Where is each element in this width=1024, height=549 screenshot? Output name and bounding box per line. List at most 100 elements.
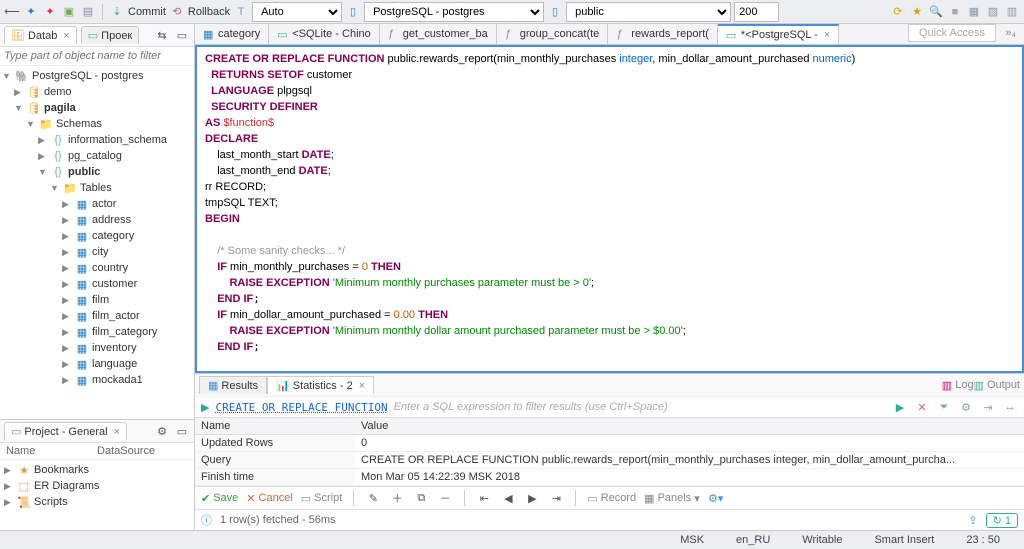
tree-table[interactable]: ▶▦inventory <box>0 340 194 356</box>
editor-tab[interactable]: ƒget_customer_ba <box>380 24 497 44</box>
plug-red-icon[interactable]: ✦ <box>42 4 58 20</box>
project-item-bookmarks[interactable]: ▶★Bookmarks <box>0 462 194 478</box>
database-tree[interactable]: ▼🐘PostgreSQL - postgres ▶🛢demo ▼🛢pagila … <box>0 66 194 419</box>
editor-tab[interactable]: ▦category <box>195 24 269 44</box>
find-icon[interactable]: 🔍 <box>928 4 944 20</box>
next-page-icon[interactable]: ▶ <box>524 490 540 506</box>
commit-icon[interactable]: ⇣ <box>109 4 125 20</box>
editor-tab-active[interactable]: ▭*<PostgreSQL - × <box>718 24 839 44</box>
more-tabs-indicator[interactable]: »₄ <box>997 24 1024 44</box>
rollback-icon[interactable]: ⟲ <box>169 4 185 20</box>
clear-filter-icon[interactable]: ✕ <box>914 399 930 415</box>
minimize-icon[interactable]: ▭ <box>174 423 190 439</box>
col-header-value[interactable]: Value <box>355 418 1024 434</box>
filter-history-icon[interactable]: ⏷ <box>936 399 952 415</box>
editor-tab[interactable]: ▭<SQLite - Chino <box>269 24 380 44</box>
tree-table[interactable]: ▶▦mockada1 <box>0 372 194 388</box>
rollback-button[interactable]: Rollback <box>188 6 230 18</box>
editor-tab[interactable]: ƒgroup_concat(te <box>497 24 609 44</box>
script-button[interactable]: ▭ Script <box>301 492 343 505</box>
edit-row-icon[interactable]: ✎ <box>365 490 381 506</box>
tab-project-general[interactable]: ▭Project - General× <box>4 422 127 440</box>
tree-connection[interactable]: ▼🐘PostgreSQL - postgres <box>0 68 194 84</box>
tree-tables-folder[interactable]: ▼📁Tables <box>0 180 194 196</box>
schema-select[interactable]: public <box>566 2 731 22</box>
tree-db-demo[interactable]: ▶🛢demo <box>0 84 194 100</box>
cancel-button[interactable]: ✕ Cancel <box>246 492 292 505</box>
minimize-icon[interactable]: ▭ <box>174 27 190 43</box>
stats-row[interactable]: Finish timeMon Mar 05 14:22:39 MSK 2018 <box>195 469 1024 486</box>
project-item-er[interactable]: ▶⬚ER Diagrams <box>0 478 194 494</box>
tab-database-navigator[interactable]: 🗄Datab× <box>4 26 77 44</box>
dup-row-icon[interactable]: ⧉ <box>413 490 429 506</box>
save-button[interactable]: ✔ Save <box>201 492 238 505</box>
sql-new-icon[interactable]: ▣ <box>61 4 77 20</box>
plug-icon[interactable]: ✦ <box>23 4 39 20</box>
star-icon[interactable]: ★ <box>909 4 925 20</box>
stop-icon[interactable]: ■ <box>947 4 963 20</box>
row-limit-input[interactable] <box>734 2 779 22</box>
executed-sql-link[interactable]: CREATE OR REPLACE FUNCTION <box>215 401 387 414</box>
tab-results[interactable]: ▦Results <box>199 376 267 394</box>
tree-schema-public[interactable]: ▼{}public <box>0 164 194 180</box>
filter-expression-input[interactable]: Enter a SQL expression to filter results… <box>394 401 886 413</box>
filter-settings-icon[interactable]: ⚙ <box>958 399 974 415</box>
tool3-icon[interactable]: ▥ <box>1004 4 1020 20</box>
tree-schemas[interactable]: ▼📁Schemas <box>0 116 194 132</box>
col-header-name[interactable]: Name <box>195 418 355 434</box>
config-icon[interactable]: ⚙ <box>154 423 170 439</box>
tab-statistics[interactable]: 📊Statistics - 2× <box>267 376 374 394</box>
tool1-icon[interactable]: ▦ <box>966 4 982 20</box>
add-row-icon[interactable]: ＋ <box>389 490 405 506</box>
connection-select[interactable]: PostgreSQL - postgres <box>364 2 544 22</box>
close-icon[interactable]: × <box>824 29 830 41</box>
tree-filter-input[interactable] <box>0 47 194 66</box>
tab-projects[interactable]: ▭Проек <box>81 26 139 44</box>
nav-back-icon[interactable]: ⟵ <box>4 4 20 20</box>
sql-editor[interactable]: CREATE OR REPLACE FUNCTION public.reward… <box>195 45 1024 373</box>
tree-table[interactable]: ▶▦address <box>0 212 194 228</box>
quick-access-input[interactable]: Quick Access <box>908 24 996 42</box>
tree-table[interactable]: ▶▦city <box>0 244 194 260</box>
close-icon[interactable]: × <box>114 426 120 438</box>
panels-button[interactable]: ▦ Panels ▾ <box>644 492 700 505</box>
last-page-icon[interactable]: ⇥ <box>548 490 564 506</box>
tool2-icon[interactable]: ▧ <box>985 4 1001 20</box>
tree-schema-infoschema[interactable]: ▶{}information_schema <box>0 132 194 148</box>
pin-icon[interactable]: ⇥ <box>980 399 996 415</box>
stats-row[interactable]: QueryCREATE OR REPLACE FUNCTION public.r… <box>195 452 1024 469</box>
tree-schema-pgcatalog[interactable]: ▶{}pg_catalog <box>0 148 194 164</box>
prev-page-icon[interactable]: ◀ <box>500 490 516 506</box>
tx-icon[interactable]: T <box>233 4 249 20</box>
expand-icon[interactable]: ↔ <box>1002 399 1018 415</box>
tree-db-pagila[interactable]: ▼🛢pagila <box>0 100 194 116</box>
editor-tab[interactable]: ƒrewards_report( <box>608 24 718 44</box>
tree-table[interactable]: ▶▦actor <box>0 196 194 212</box>
tree-table[interactable]: ▶▦language <box>0 356 194 372</box>
delete-row-icon[interactable]: － <box>437 490 453 506</box>
apply-filter-icon[interactable]: ▶ <box>892 399 908 415</box>
project-item-scripts[interactable]: ▶📜Scripts <box>0 494 194 510</box>
commit-button[interactable]: Commit <box>128 6 166 18</box>
tree-table[interactable]: ▶▦country <box>0 260 194 276</box>
record-button[interactable]: ▭ Record <box>587 492 636 505</box>
close-icon[interactable]: × <box>63 30 69 42</box>
tree-table[interactable]: ▶▦film_category <box>0 324 194 340</box>
tree-table[interactable]: ▶▦film_actor <box>0 308 194 324</box>
close-icon[interactable]: × <box>359 380 365 392</box>
sql-recent-icon[interactable]: ▤ <box>80 4 96 20</box>
gear-icon[interactable]: ⚙▾ <box>708 490 724 506</box>
first-page-icon[interactable]: ⇤ <box>476 490 492 506</box>
link-editor-icon[interactable]: ⇆ <box>154 27 170 43</box>
tree-table[interactable]: ▶▦customer <box>0 276 194 292</box>
tx-mode-select[interactable]: Auto <box>252 2 342 22</box>
row-count-badge[interactable]: ↻ 1 <box>986 513 1018 528</box>
export-icon[interactable]: ⇪ <box>968 514 977 527</box>
stats-row[interactable]: Updated Rows0 <box>195 435 1024 452</box>
execute-icon[interactable]: ▶ <box>201 401 209 414</box>
log-button[interactable]: ▥Log <box>942 379 974 392</box>
output-button[interactable]: ▥Output <box>974 379 1020 392</box>
tree-table[interactable]: ▶▦category <box>0 228 194 244</box>
refresh-icon[interactable]: ⟳ <box>890 4 906 20</box>
tree-table[interactable]: ▶▦film <box>0 292 194 308</box>
